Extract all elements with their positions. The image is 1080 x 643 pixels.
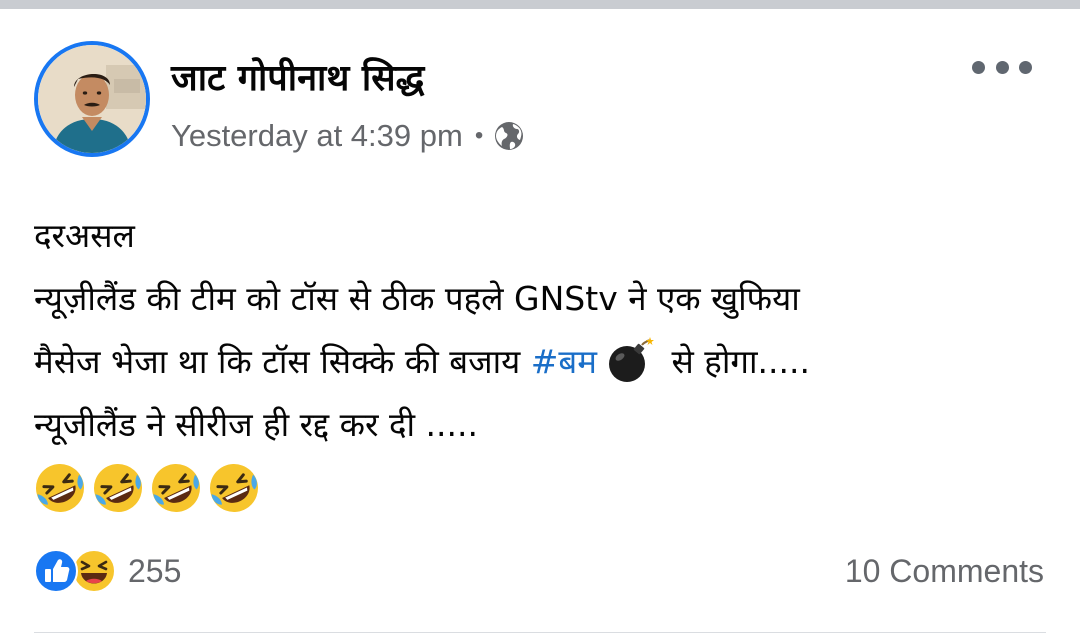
- reactions-summary[interactable]: 255: [34, 548, 181, 594]
- more-dot: [972, 60, 985, 74]
- rofl-emoji-icon: [94, 463, 142, 512]
- more-dot: [1019, 60, 1032, 74]
- laugh-emoji-row: [34, 456, 1054, 519]
- rofl-emoji-icon: [152, 463, 200, 512]
- rofl-emoji-icon: [36, 463, 84, 512]
- post-body: दरअसल न्यूज़ीलैंड की टीम को टॉस से ठीक प…: [34, 204, 1054, 519]
- meta-separator: •: [474, 122, 484, 149]
- haha-icon: [72, 549, 116, 593]
- post-timestamp[interactable]: Yesterday at 4:39 pm: [171, 118, 463, 154]
- reaction-count: 255: [128, 552, 182, 589]
- top-divider-bar: [0, 0, 1080, 9]
- rofl-emoji-icon: [210, 463, 258, 512]
- author-name[interactable]: जाट गोपीनाथ सिद्ध: [171, 52, 424, 101]
- globe-icon[interactable]: [493, 120, 525, 152]
- post-line: न्यूज़ीलैंड की टीम को टॉस से ठीक पहले GN…: [34, 279, 800, 318]
- avatar[interactable]: [34, 41, 150, 157]
- like-icon: [34, 549, 78, 593]
- post-line: दरअसल: [34, 216, 135, 255]
- post-text: से होगा.....: [661, 342, 810, 381]
- more-options-icon[interactable]: [972, 56, 1032, 78]
- post-meta: Yesterday at 4:39 pm •: [171, 114, 525, 158]
- comments-count[interactable]: 10 Comments: [845, 548, 1044, 594]
- bomb-icon: [605, 337, 655, 383]
- footer-divider: [34, 632, 1046, 633]
- more-dot: [995, 60, 1009, 74]
- post-line: मैसेज भेजा था कि टॉस सिक्के की बजाय #बम …: [34, 330, 1054, 393]
- hashtag-link[interactable]: #बम: [531, 342, 597, 381]
- post-line: न्यूजीलैंड ने सीरीज ही रद्द कर दी .....: [34, 405, 478, 444]
- post-text: मैसेज भेजा था कि टॉस सिक्के की बजाय: [34, 342, 531, 381]
